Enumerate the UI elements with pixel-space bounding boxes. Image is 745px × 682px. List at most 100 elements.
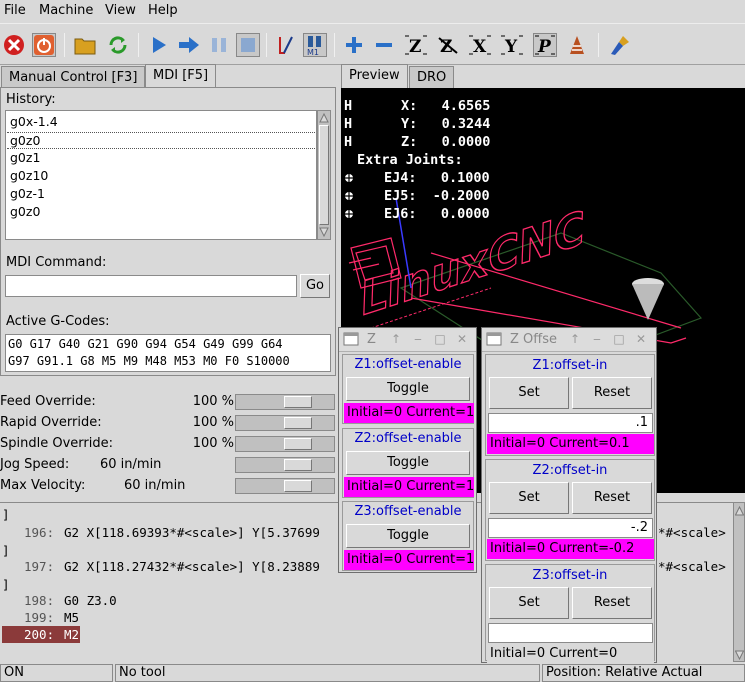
hal-status: Initial=0 Current=1 [344,477,474,497]
block-delete-icon[interactable] [274,33,298,57]
run-icon[interactable] [147,33,171,57]
menu-machine[interactable]: Machine [39,3,93,18]
slider-thumb[interactable] [284,438,312,450]
rotate-view-icon[interactable] [565,33,589,57]
list-item-selected[interactable]: g0z0 [7,132,315,149]
gcode-line-current: M2 [64,627,80,642]
reset-button[interactable]: Reset [572,482,652,514]
gcode-line: ] [2,507,10,522]
scroll-down-icon[interactable] [319,226,329,238]
hal-pin-label: Z3:offset-in [532,568,608,583]
view-z-icon[interactable]: Z [404,33,428,57]
dro-y-flag: H [344,116,353,132]
offset-entry[interactable]: .1 [488,413,653,433]
hal-panel: Z1:offset-enable Toggle Initial=0 Curren… [342,354,474,424]
svg-text:M1: M1 [307,48,319,56]
menu-file[interactable]: File [4,3,26,18]
window-minimize-icon[interactable]: ‒ [411,332,425,346]
toggle-button[interactable]: Toggle [346,377,470,401]
window-titlebar[interactable]: Z Offse ↑ ‒ □ ✕ [482,328,656,352]
list-item[interactable]: g0x-1.4 [10,114,58,129]
slider-thumb[interactable] [284,459,312,471]
scroll-up-icon[interactable] [734,505,745,520]
jog-speed-label: Jog Speed: [0,457,70,472]
view-z2-icon[interactable]: Z [436,33,460,57]
set-button[interactable]: Set [489,377,569,409]
toggle-button[interactable]: Toggle [346,451,470,475]
scroll-down-icon[interactable] [734,649,745,664]
offset-entry[interactable] [488,623,653,643]
set-button[interactable]: Set [489,587,569,619]
window-titlebar[interactable]: Z ↑ ‒ □ ✕ [339,328,476,352]
window-close-icon[interactable]: ✕ [455,332,469,346]
zoom-in-icon[interactable] [342,33,366,57]
window-up-icon[interactable]: ↑ [389,332,403,346]
spindle-override-slider[interactable] [235,436,335,452]
history-list[interactable]: g0x-1.4 g0z0 g0z1 g0z10 g0z-1 g0z0 [5,110,317,240]
hal-status: Initial=0 Current=1 [344,403,474,423]
list-item[interactable]: g0z0 [10,204,40,219]
dro-y: Y: 0.3244 [401,116,491,132]
slider-thumb[interactable] [284,417,312,429]
history-scrollbar[interactable] [317,110,331,240]
gcode-scrollbar[interactable] [733,502,745,662]
optional-stop-icon[interactable]: M1 [303,33,327,57]
view-x-icon[interactable]: X [468,33,492,57]
gcode-line: G2 X[118.27432*#<scale>] Y[8.23889 [64,559,320,574]
reset-button[interactable]: Reset [572,587,652,619]
rapid-override-label: Rapid Override: [0,415,102,430]
tab-manual-control[interactable]: Manual Control [F3] [1,66,146,88]
window-maximize-icon[interactable]: □ [433,332,447,346]
go-button[interactable]: Go [300,274,330,298]
tab-mdi[interactable]: MDI [F5] [145,64,217,88]
tab-preview[interactable]: Preview [341,64,408,88]
home-icon [344,208,354,224]
pause-icon[interactable] [207,33,231,57]
spindle-override-value: 100 % [192,436,234,451]
view-p-icon[interactable]: P [533,33,557,57]
gcode-line-number: 196: [24,525,55,540]
view-y-icon[interactable]: Y [500,33,524,57]
svg-text:X: X [473,37,487,56]
reload-icon[interactable] [106,33,130,57]
rapid-override-slider[interactable] [235,415,335,431]
window-minimize-icon[interactable]: ‒ [590,332,604,346]
window-close-icon[interactable]: ✕ [634,332,648,346]
tab-dro[interactable]: DRO [409,66,455,88]
list-item[interactable]: g0z10 [10,168,48,183]
active-gcodes-line-2: G97 G91.1 G8 M5 M9 M48 M53 M0 F0 S10000 [8,354,290,368]
window-maximize-icon[interactable]: □ [612,332,626,346]
menu-view[interactable]: View [105,3,136,18]
reset-button[interactable]: Reset [572,377,652,409]
power-icon[interactable] [32,33,56,57]
menu-help[interactable]: Help [148,3,178,18]
scroll-up-icon[interactable] [319,112,329,124]
gcode-line: M5 [64,610,80,625]
slider-thumb[interactable] [284,396,312,408]
gcode-line-tail: *#<scale> [658,559,726,574]
step-icon[interactable] [177,33,201,57]
feed-override-slider[interactable] [235,394,335,410]
zoom-out-icon[interactable] [372,33,396,57]
toggle-button[interactable]: Toggle [346,524,470,548]
hal-panel: Z3:offset-enable Toggle Initial=0 Curren… [342,501,474,571]
window-up-icon[interactable]: ↑ [568,332,582,346]
svg-text:Y: Y [504,37,518,56]
window-icon [343,332,359,350]
offset-entry[interactable]: -.2 [488,518,653,538]
clear-plot-icon[interactable] [608,33,632,57]
dro-ej5: EJ5: -0.2000 [384,188,490,204]
hal-panel: Z2:offset-in Set Reset -.2 Initial=0 Cur… [485,459,655,561]
max-velocity-slider[interactable] [235,478,335,494]
jog-speed-slider[interactable] [235,457,335,473]
slider-thumb[interactable] [284,480,312,492]
list-item[interactable]: g0z1 [10,150,40,165]
mdi-command-input[interactable] [5,275,297,297]
list-item[interactable]: g0z-1 [10,186,45,201]
scroll-thumb[interactable] [319,125,329,225]
estop-icon[interactable] [2,33,26,57]
dro-x: X: 4.6565 [401,98,491,114]
set-button[interactable]: Set [489,482,569,514]
open-file-icon[interactable] [73,33,97,57]
stop-icon[interactable] [236,33,260,57]
